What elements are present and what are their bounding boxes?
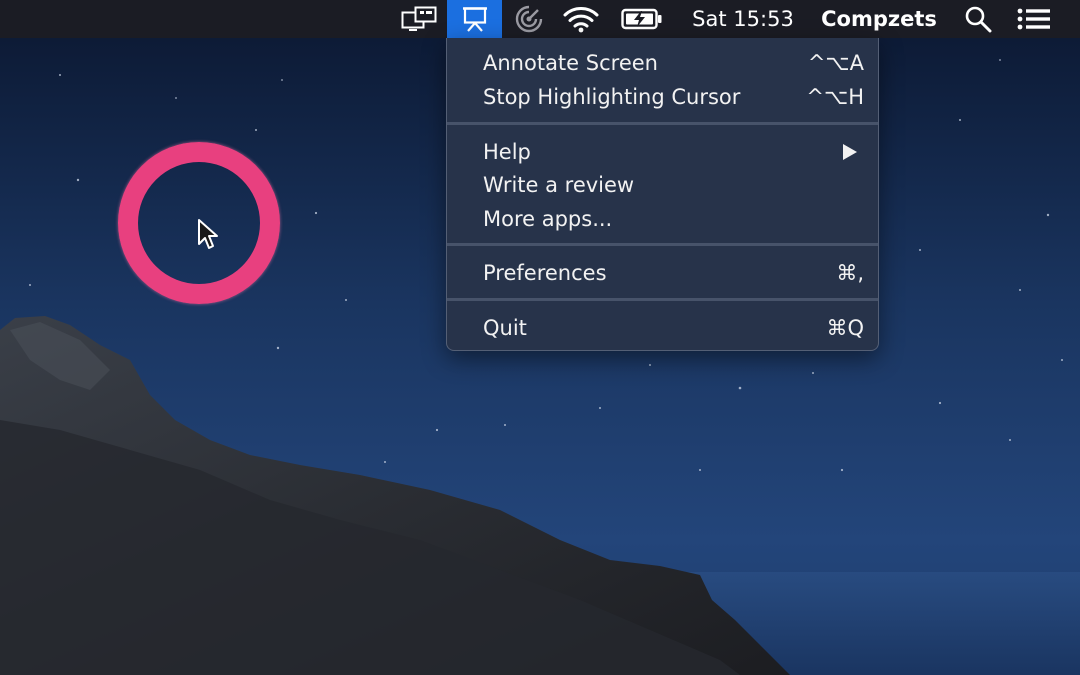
menu-item-label: Write a review (483, 173, 635, 197)
chevron-right-icon (843, 144, 857, 160)
menu-item-shortcut: ⌘Q (826, 316, 864, 340)
menu-item-stop-highlighting-cursor[interactable]: Stop Highlighting Cursor ^⌥H (447, 79, 878, 113)
app-dropdown-menu: Annotate Screen ^⌥A Stop Highlighting Cu… (446, 38, 879, 351)
menu-item-shortcut: ^⌥H (806, 85, 864, 109)
menu-item-label: Preferences (483, 261, 607, 285)
menu-item-label: Annotate Screen (483, 51, 658, 75)
menu-item-label: More apps... (483, 207, 613, 231)
menu-item-quit[interactable]: Quit ⌘Q (447, 310, 878, 344)
search-icon[interactable] (960, 0, 996, 38)
wifi-icon[interactable] (560, 0, 602, 38)
menu-item-label: Stop Highlighting Cursor (483, 85, 741, 109)
menu-item-more-apps[interactable]: More apps... (447, 201, 878, 235)
menubar-clock[interactable]: Sat 15:53 (682, 0, 804, 38)
menu-item-help[interactable]: Help (447, 134, 878, 168)
menu-separator (447, 243, 878, 246)
menu-bar: Sat 15:53 Compzets (0, 0, 1080, 38)
menu-separator (447, 298, 878, 301)
menu-item-preferences[interactable]: Preferences ⌘, (447, 255, 878, 289)
menu-item-label: Quit (483, 316, 527, 340)
display-mirror-icon[interactable] (396, 0, 442, 38)
menu-item-shortcut: ⌘, (836, 261, 864, 285)
mouse-pointer-icon (198, 219, 218, 249)
presentation-board-icon[interactable] (447, 0, 502, 38)
menu-item-label: Help (483, 140, 531, 164)
radar-icon[interactable] (510, 0, 548, 38)
battery-charging-icon[interactable] (618, 0, 666, 38)
menu-separator (447, 122, 878, 125)
menu-item-shortcut: ^⌥A (807, 51, 864, 75)
menu-item-annotate-screen[interactable]: Annotate Screen ^⌥A (447, 45, 878, 79)
menubar-user[interactable]: Compzets (812, 0, 946, 38)
notification-center-icon[interactable] (1012, 0, 1056, 38)
menu-item-write-review[interactable]: Write a review (447, 167, 878, 201)
